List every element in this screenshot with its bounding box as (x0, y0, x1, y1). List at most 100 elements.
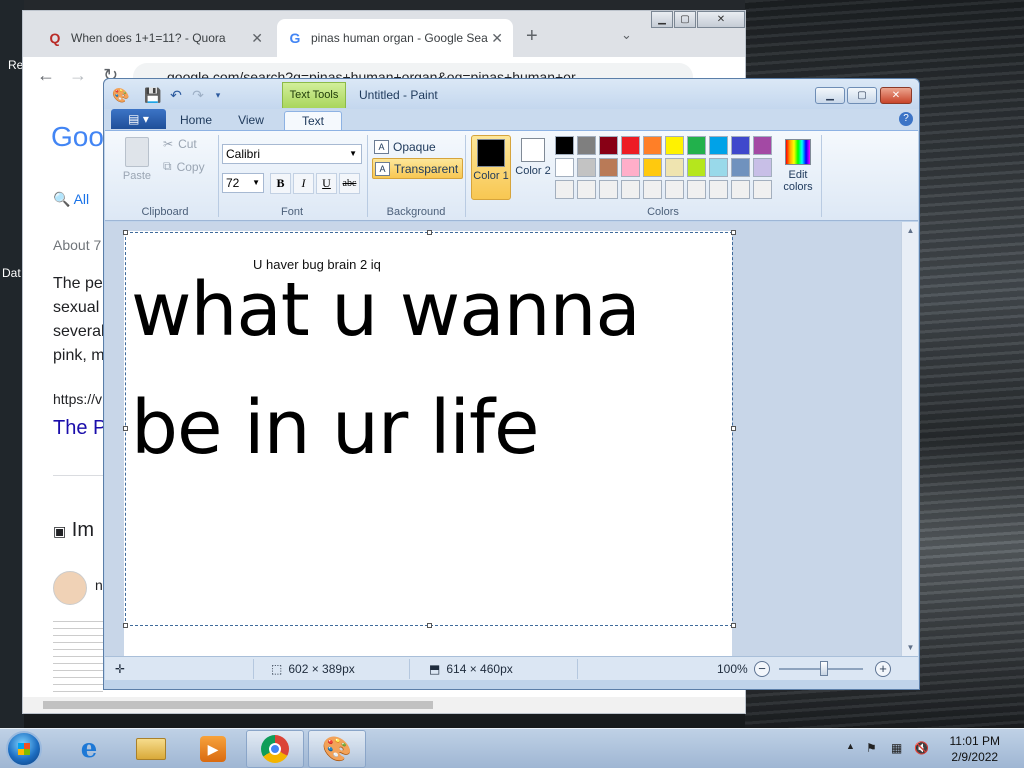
palette-swatch[interactable] (753, 136, 772, 155)
copy-button[interactable]: ⧉ Copy (163, 159, 205, 174)
desktop-icon-label[interactable]: Dat (2, 266, 21, 280)
palette-swatch[interactable] (577, 136, 596, 155)
tab-search-chevron-icon[interactable]: ⌄ (621, 27, 632, 43)
minimize-button[interactable]: ▁ (651, 11, 673, 28)
opaque-button[interactable]: A Opaque (372, 136, 440, 157)
help-icon[interactable]: ? (899, 112, 913, 126)
palette-swatch[interactable] (753, 158, 772, 177)
tab-view[interactable]: View (228, 111, 274, 130)
cut-button[interactable]: ✂ Cut (163, 137, 197, 151)
back-arrow-icon[interactable]: ← (37, 65, 55, 86)
image-thumbnail[interactable] (53, 615, 103, 695)
minimize-button[interactable]: ▁ (815, 87, 845, 104)
palette-swatch[interactable] (555, 136, 574, 155)
palette-swatch[interactable] (753, 180, 772, 199)
italic-button[interactable]: I (293, 173, 314, 194)
redo-icon[interactable]: ↷ (190, 87, 206, 103)
tab-all[interactable]: 🔍 All (53, 191, 89, 208)
transparent-button[interactable]: A Transparent (372, 158, 464, 179)
close-button[interactable]: ✕ (697, 11, 745, 28)
paint-app-icon[interactable]: 🎨 (112, 87, 129, 103)
volume-muted-icon[interactable]: 🔇 (914, 741, 929, 755)
palette-swatch[interactable] (665, 158, 684, 177)
text-box-selection[interactable]: U haver bug brain 2 iq what u wanna be i… (125, 232, 733, 626)
horizontal-scrollbar[interactable] (23, 697, 745, 713)
clock[interactable]: 11:01 PM 2/9/2022 (950, 733, 1000, 765)
resize-handle[interactable] (427, 623, 432, 628)
taskbar-chrome[interactable] (246, 730, 304, 768)
palette-swatch[interactable] (599, 136, 618, 155)
resize-handle[interactable] (123, 623, 128, 628)
strikethrough-button[interactable]: abc (339, 173, 360, 194)
resize-handle[interactable] (731, 230, 736, 235)
scroll-down-icon[interactable]: ▼ (902, 643, 918, 652)
font-size-select[interactable]: 72 ▼ (222, 173, 264, 193)
paint-menu-button[interactable]: ▤ ▾ (111, 109, 166, 129)
tab-quora[interactable]: Q When does 1+1=11? - Quora ✕ (37, 19, 273, 57)
tab-google[interactable]: G pinas human organ - Google Sea ✕ (277, 19, 513, 57)
zoom-out-button[interactable]: − (754, 661, 770, 677)
result-title[interactable]: The P (53, 417, 106, 440)
palette-swatch[interactable] (621, 158, 640, 177)
close-icon[interactable]: ✕ (251, 30, 263, 47)
palette-swatch[interactable] (687, 158, 706, 177)
resize-handle[interactable] (427, 230, 432, 235)
zoom-slider-thumb[interactable] (820, 661, 828, 676)
scroll-up-icon[interactable]: ▲ (902, 226, 918, 235)
result-url[interactable]: https://v (53, 391, 102, 407)
close-button[interactable]: ✕ (880, 87, 912, 104)
palette-swatch[interactable] (709, 180, 728, 199)
palette-swatch[interactable] (665, 180, 684, 199)
new-tab-button[interactable]: + (526, 25, 538, 48)
palette-swatch[interactable] (555, 180, 574, 199)
tab-text[interactable]: Text (284, 111, 342, 130)
resize-handle[interactable] (123, 230, 128, 235)
palette-swatch[interactable] (621, 180, 640, 199)
action-center-flag-icon[interactable]: ⚑ (866, 741, 877, 755)
resize-handle[interactable] (123, 426, 128, 431)
palette-swatch[interactable] (687, 180, 706, 199)
palette-swatch[interactable] (577, 158, 596, 177)
palette-swatch[interactable] (731, 180, 750, 199)
maximize-button[interactable]: ▢ (847, 87, 877, 104)
maximize-button[interactable]: ▢ (674, 11, 696, 28)
taskbar-file-explorer[interactable] (122, 730, 180, 768)
taskbar-media-player[interactable]: ▶ (184, 730, 242, 768)
resize-handle[interactable] (731, 426, 736, 431)
palette-swatch[interactable] (731, 136, 750, 155)
palette-swatch[interactable] (687, 136, 706, 155)
palette-swatch[interactable] (709, 158, 728, 177)
bold-button[interactable]: B (270, 173, 291, 194)
palette-swatch[interactable] (731, 158, 750, 177)
palette-swatch[interactable] (665, 136, 684, 155)
network-icon[interactable]: ▦ (891, 741, 902, 755)
taskbar-paint[interactable]: 🎨 (308, 730, 366, 768)
paste-button[interactable]: Paste (115, 137, 159, 187)
palette-swatch[interactable] (709, 136, 728, 155)
close-icon[interactable]: ✕ (491, 30, 503, 47)
avatar[interactable] (53, 571, 87, 605)
zoom-in-button[interactable]: + (875, 661, 891, 677)
tab-home[interactable]: Home (174, 111, 218, 130)
palette-swatch[interactable] (577, 180, 596, 199)
palette-swatch[interactable] (599, 158, 618, 177)
underline-button[interactable]: U (316, 173, 337, 194)
palette-swatch[interactable] (643, 158, 662, 177)
edit-colors-button[interactable]: Edit colors (780, 136, 816, 200)
show-hidden-icons-chevron-icon[interactable]: ▲ (846, 741, 855, 751)
vertical-scrollbar[interactable]: ▲ ▼ (901, 222, 918, 656)
canvas-large-text[interactable]: what u wanna be in ur life (131, 251, 731, 487)
resize-handle[interactable] (731, 623, 736, 628)
scrollbar-thumb[interactable] (43, 701, 433, 709)
undo-icon[interactable]: ↶ (168, 87, 184, 103)
palette-swatch[interactable] (621, 136, 640, 155)
palette-swatch[interactable] (643, 180, 662, 199)
color1-button[interactable]: Color 1 (471, 135, 511, 200)
color2-button[interactable]: Color 2 (513, 135, 553, 200)
customize-toolbar-icon[interactable]: ▾ (210, 87, 226, 103)
forward-arrow-icon[interactable]: → (69, 65, 87, 86)
palette-swatch[interactable] (643, 136, 662, 155)
font-family-select[interactable]: Calibri ▼ (222, 144, 362, 164)
palette-swatch[interactable] (599, 180, 618, 199)
google-logo[interactable]: Goo (51, 121, 104, 153)
